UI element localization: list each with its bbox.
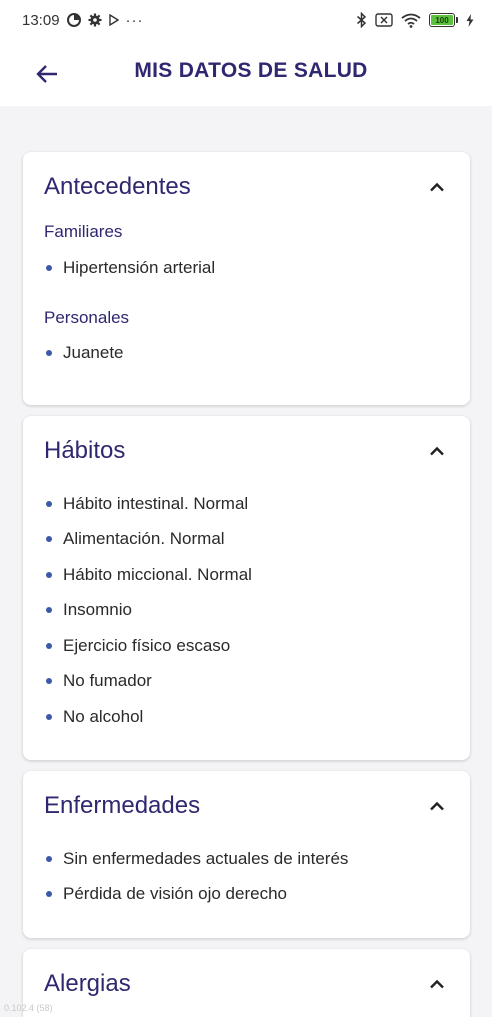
charging-icon [466,13,474,27]
chevron-up-icon[interactable] [426,973,448,995]
status-right: 100 [356,12,474,28]
bullet-dot [46,855,52,862]
battery-level: 100 [431,15,453,25]
bullet-dot [46,571,52,578]
card-habitos: Hábitos Hábito intestinal. Normal Alimen… [23,416,470,760]
list-item: Hábito miccional. Normal [44,557,449,593]
chevron-up-icon[interactable] [426,176,448,198]
list-item: Hábito intestinal. Normal [44,486,449,522]
settings-gear-icon [88,13,102,27]
more-notifications-icon: ··· [125,11,144,29]
status-bar: 13:09 ··· 100 [0,0,492,40]
bluetooth-icon [356,12,367,28]
bullet-dot [46,678,52,685]
card-alergias-header[interactable]: Alergias [23,949,470,1017]
subsection-familiares-title: Familiares [44,222,123,241]
card-antecedentes: Antecedentes Familiares Hipertensión art… [23,152,470,405]
list-item: No fumador [44,664,449,700]
card-enfermedades-header[interactable]: Enfermedades [23,771,470,841]
card-antecedentes-body: Familiares Hipertensión arterial Persona… [23,222,470,371]
bullet-dot [46,500,52,507]
card-habitos-body: Hábito intestinal. Normal Alimentación. … [23,486,470,735]
card-title: Enfermedades [44,792,201,819]
play-store-icon [108,14,119,26]
card-title: Antecedentes [44,173,191,200]
bullet-dot [46,350,52,357]
list-item: Pérdida de visión ojo derecho [44,877,449,913]
data-saver-icon [66,13,81,27]
card-title: Alergias [44,970,131,997]
status-time: 13:09 [22,11,60,29]
version-watermark: 0.102.4 (58) [4,1003,53,1013]
card-enfermedades-body: Sin enfermedades actuales de interés Pér… [23,841,470,912]
list-item: Ejercicio físico escaso [44,628,449,664]
card-habitos-header[interactable]: Hábitos [23,416,470,486]
status-left: 13:09 ··· [22,12,144,29]
wifi-icon [401,13,421,28]
card-enfermedades: Enfermedades Sin enfermedades actuales d… [23,771,470,938]
chevron-up-icon[interactable] [426,795,448,817]
list-item: No alcohol [44,699,449,735]
no-sim-icon [375,13,393,27]
list-item: Sin enfermedades actuales de interés [44,841,449,877]
bullet-dot [46,607,52,614]
card-title: Hábitos [44,437,126,464]
list-item: Juanete [44,336,449,372]
list-item: Insomnio [44,593,449,629]
bullet-dot [46,713,52,720]
bullet-dot [46,642,52,649]
battery-icon: 100 [429,13,458,27]
app-bar: MIS DATOS DE SALUD [0,40,492,106]
list-item: Hipertensión arterial [44,250,449,286]
page-title: MIS DATOS DE SALUD [134,59,368,82]
bullet-dot [46,891,52,898]
subsection-personales-title: Personales [44,307,130,327]
bullet-dot [46,536,52,543]
bullet-dot [46,264,52,271]
card-alergias: Alergias [23,949,470,1017]
list-item: Alimentación. Normal [44,522,449,558]
chevron-up-icon[interactable] [426,440,448,462]
card-antecedentes-header[interactable]: Antecedentes [23,152,470,222]
